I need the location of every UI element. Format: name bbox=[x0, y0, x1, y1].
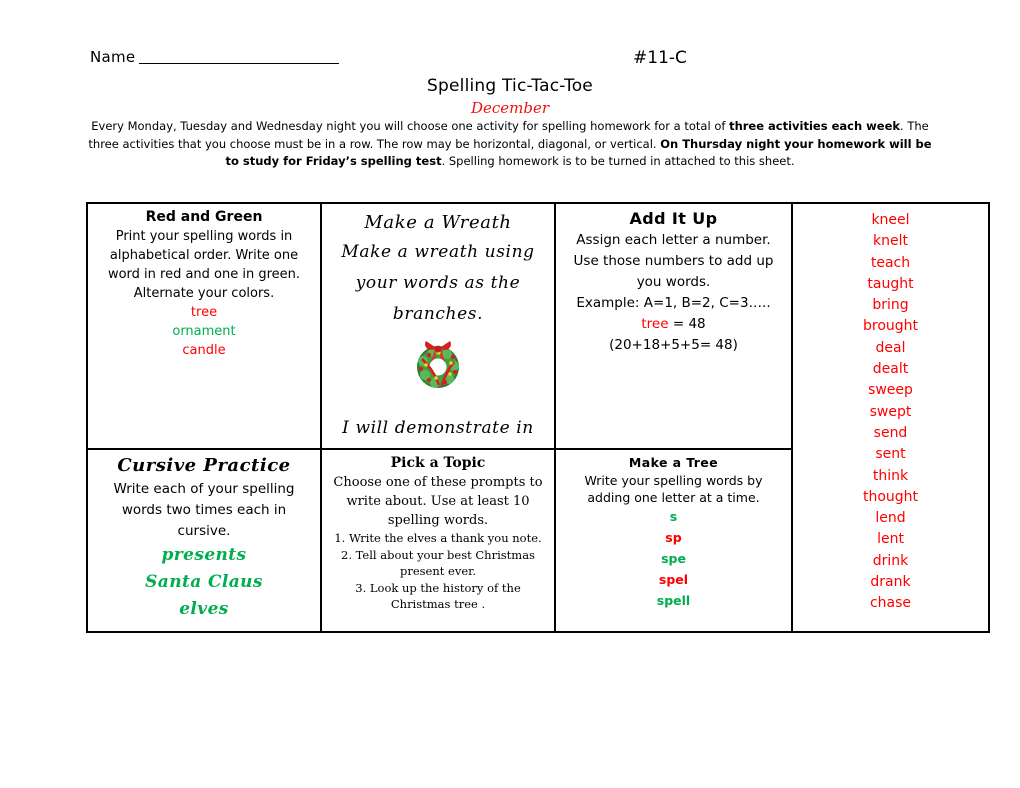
activity-title: Add It Up bbox=[629, 209, 718, 228]
list-item: drank bbox=[870, 574, 911, 591]
activity-cell-make-a-tree[interactable]: Make a Tree Write your spelling words by… bbox=[556, 450, 791, 631]
activity-cell-add-it-up[interactable]: Add It Up Assign each letter a number. U… bbox=[556, 204, 791, 448]
list-item: lent bbox=[877, 531, 904, 548]
example-word: elves bbox=[179, 599, 229, 619]
list-item: dealt bbox=[872, 361, 909, 378]
list-item: chase bbox=[869, 595, 912, 612]
list-item: send bbox=[873, 424, 908, 441]
activity-body: Make a wreath using your words as the br… bbox=[341, 242, 535, 324]
list-item: deal bbox=[875, 339, 906, 356]
example-word: tree bbox=[641, 316, 669, 332]
activity-prompt: 2. Tell about your best Christmas presen… bbox=[341, 547, 535, 579]
activity-body: Write each of your spelling words two ti… bbox=[113, 481, 295, 539]
activity-body: Print your spelling words in alphabetica… bbox=[107, 229, 301, 301]
example-word: spel bbox=[658, 572, 689, 587]
activity-title: Make a Wreath bbox=[364, 212, 512, 233]
instructions-bold-1: three activities each week bbox=[729, 119, 901, 133]
example-sum: = 48 bbox=[668, 316, 706, 332]
activity-body: Assign each letter a number. Use those n… bbox=[573, 232, 774, 290]
cell-spacer bbox=[329, 396, 547, 414]
activity-body: Write your spelling words by adding one … bbox=[584, 473, 763, 505]
example-word: spell bbox=[656, 593, 691, 608]
activity-title: Make a Tree bbox=[628, 455, 719, 470]
wreath-icon bbox=[329, 334, 547, 394]
activity-title: Red and Green bbox=[145, 209, 263, 225]
tic-tac-toe-grid: Red and Green Print your spelling words … bbox=[86, 202, 990, 633]
example-word: Santa Claus bbox=[145, 572, 263, 592]
activity-cell-make-a-wreath[interactable]: Make a Wreath Make a wreath using your w… bbox=[322, 204, 556, 448]
activity-prompt: 3. Look up the history of the Christmas … bbox=[355, 580, 521, 612]
instructions-paragraph: Every Monday, Tuesday and Wednesday nigh… bbox=[86, 118, 934, 171]
spelling-word-list: kneel knelt teach taught bring brought d… bbox=[791, 204, 988, 631]
example-word: sp bbox=[665, 530, 682, 545]
example-word: ornament bbox=[172, 324, 236, 339]
activity-row-top: Red and Green Print your spelling words … bbox=[88, 204, 791, 450]
activity-cell-pick-a-topic[interactable]: Pick a Topic Choose one of these prompts… bbox=[322, 450, 556, 631]
list-item: sent bbox=[875, 446, 906, 463]
activity-cell-cursive-practice[interactable]: Cursive Practice Write each of your spel… bbox=[88, 450, 322, 631]
activity-prompt: 1. Write the elves a thank you note. bbox=[334, 531, 542, 545]
list-item: taught bbox=[867, 275, 914, 292]
list-item: swept bbox=[869, 403, 912, 420]
example-word: s bbox=[669, 509, 678, 524]
activity-body: Choose one of these prompts to write abo… bbox=[333, 475, 543, 528]
list-item: sweep bbox=[868, 382, 913, 399]
page-title: Spelling Tic-Tac-Toe bbox=[427, 76, 593, 96]
activity-cell-red-and-green[interactable]: Red and Green Print your spelling words … bbox=[88, 204, 322, 448]
page-subtitle: December bbox=[470, 99, 550, 117]
list-item: lend bbox=[875, 510, 906, 527]
list-item: kneel bbox=[871, 212, 910, 228]
instructions-part-1: Every Monday, Tuesday and Wednesday nigh… bbox=[91, 119, 730, 133]
activity-row-bottom: Cursive Practice Write each of your spel… bbox=[88, 450, 791, 631]
instructions-part-3: . Spelling homework is to be turned in a… bbox=[441, 154, 795, 168]
example-word: spe bbox=[661, 551, 686, 566]
list-item: brought bbox=[862, 318, 919, 335]
list-item: thought bbox=[862, 488, 919, 505]
example-word: tree bbox=[190, 305, 218, 320]
activity-cells: Red and Green Print your spelling words … bbox=[88, 204, 791, 631]
list-item: think bbox=[872, 467, 909, 484]
list-item: teach bbox=[870, 254, 911, 271]
activity-example-legend: Example: A=1, B=2, C=3….. bbox=[576, 295, 771, 311]
activity-title: Pick a Topic bbox=[390, 455, 486, 471]
example-word: presents bbox=[161, 545, 247, 565]
list-item: drink bbox=[872, 552, 909, 569]
activity-example-math: (20+18+5+5= 48) bbox=[609, 337, 738, 353]
example-word: candle bbox=[182, 343, 226, 358]
activity-title: Cursive Practice bbox=[117, 455, 291, 476]
activity-example-equation: tree = 48 bbox=[563, 314, 784, 335]
activity-closing-note: I will demonstrate in class. bbox=[342, 418, 534, 448]
list-item: bring bbox=[872, 297, 909, 314]
list-item: knelt bbox=[873, 233, 908, 250]
sheet-code: #11-C bbox=[633, 48, 687, 68]
